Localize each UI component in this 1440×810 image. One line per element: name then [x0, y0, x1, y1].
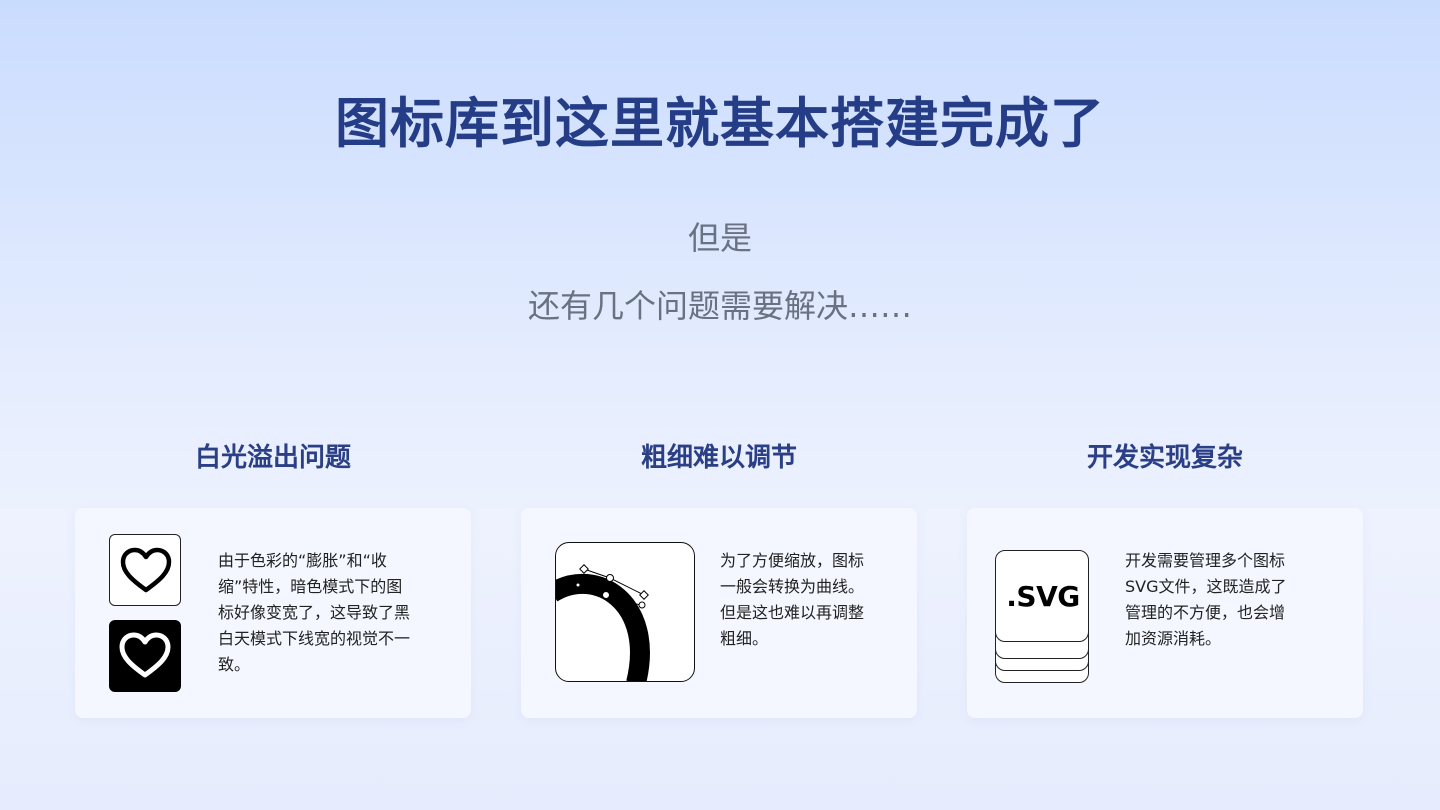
text-line: 致。	[218, 655, 251, 674]
svg-file-stack-icon: .SVG	[995, 548, 1095, 688]
text-line: SVG文件，这既造成了	[1125, 577, 1287, 596]
text-line: 加资源消耗。	[1125, 629, 1222, 648]
column-title-white-glow: 白光溢出问题	[194, 443, 351, 473]
text-line: 缩”特性，暗色模式下的图	[218, 577, 403, 596]
subtitle-line-2: 还有几个问题需要解决……	[527, 287, 912, 325]
card-description: 为了方便缩放，图标 一般会转换为曲线。 但是这也难以再调整 粗细。	[720, 548, 900, 652]
card-description: 开发需要管理多个图标 SVG文件，这既造成了 管理的不方便，也会增 加资源消耗。	[1125, 548, 1345, 652]
card-dev-complexity: .SVG 开发需要管理多个图标 SVG文件，这既造成了 管理的不方便，也会增 加…	[967, 508, 1363, 718]
text-line: 粗细。	[720, 629, 769, 648]
column-title-dev-complexity: 开发实现复杂	[1086, 443, 1243, 473]
column-title-stroke-width: 粗细难以调节	[640, 443, 797, 473]
file-layer-front: .SVG	[995, 550, 1089, 642]
text-line: 由于色彩的“膨胀”和“收	[218, 551, 387, 570]
text-line: 为了方便缩放，图标	[720, 551, 865, 570]
text-line: 一般会转换为曲线。	[720, 577, 865, 596]
text-line: 白天模式下线宽的视觉不一	[218, 629, 411, 648]
text-line: 但是这也难以再调整	[720, 603, 865, 622]
heart-outline-light-icon	[109, 534, 181, 606]
text-line: 开发需要管理多个图标	[1125, 551, 1286, 570]
svg-file-label: .SVG	[1006, 580, 1080, 613]
card-description: 由于色彩的“膨胀”和“收 缩”特性，暗色模式下的图 标好像变宽了，这导致了黑 白…	[218, 548, 448, 678]
heart-outline-dark-icon	[109, 620, 181, 692]
card-white-glow: 由于色彩的“膨胀”和“收 缩”特性，暗色模式下的图 标好像变宽了，这导致了黑 白…	[75, 508, 471, 718]
bezier-curve-icon	[555, 542, 695, 682]
text-line: 标好像变宽了，这导致了黑	[218, 603, 411, 622]
page-title: 图标库到这里就基本搭建完成了	[335, 92, 1105, 155]
subtitle-line-1: 但是	[687, 219, 752, 257]
text-line: 管理的不方便，也会增	[1125, 603, 1286, 622]
card-stroke-width: 为了方便缩放，图标 一般会转换为曲线。 但是这也难以再调整 粗细。	[521, 508, 917, 718]
